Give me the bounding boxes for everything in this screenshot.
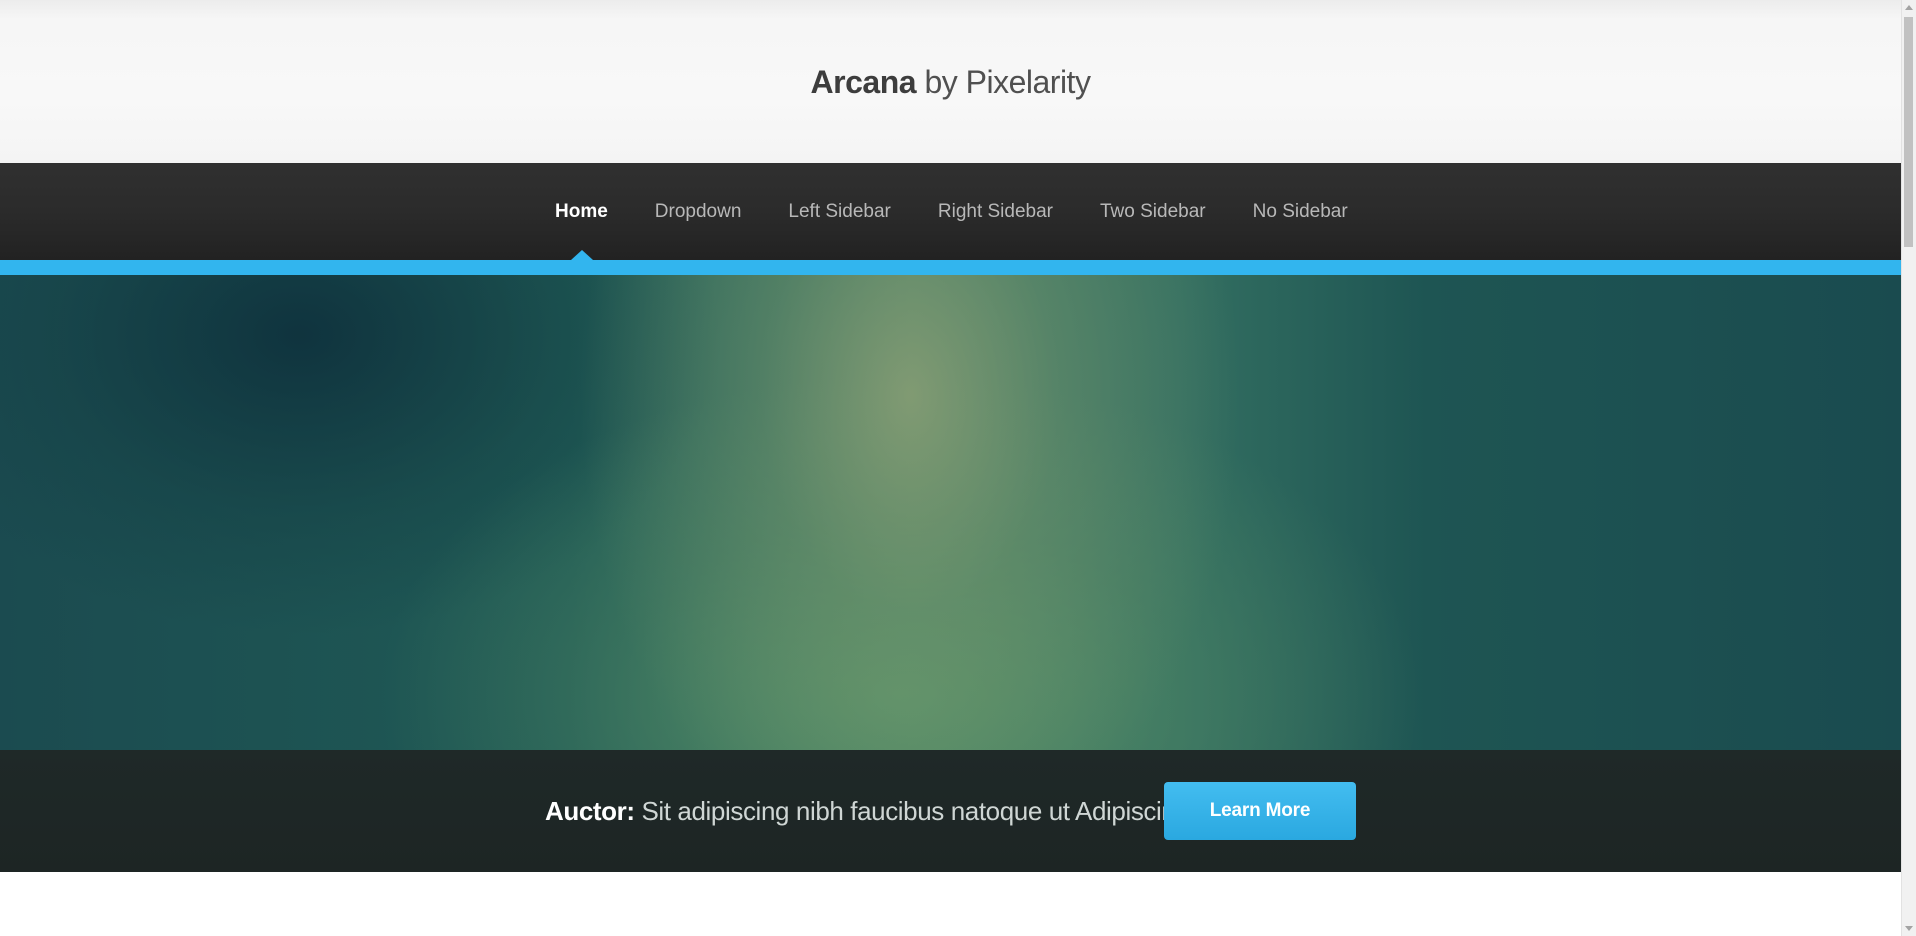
site-header: Arcana by Pixelarity: [0, 0, 1901, 163]
site-brand[interactable]: Arcana: [811, 64, 917, 100]
site-title[interactable]: Arcana by Pixelarity: [0, 62, 1901, 102]
hero-banner: [0, 275, 1901, 750]
page: Arcana by Pixelarity Home Dropdown Left …: [0, 0, 1901, 936]
cta-bar: Auctor: Sit adipiscing nibh faucibus nat…: [0, 750, 1901, 872]
active-nav-caret: [571, 250, 593, 260]
nav-item-two-sidebar[interactable]: Two Sidebar: [1100, 199, 1206, 225]
browser-viewport: Arcana by Pixelarity Home Dropdown Left …: [0, 0, 1916, 936]
nav-item-left-sidebar[interactable]: Left Sidebar: [788, 199, 890, 225]
learn-more-button[interactable]: Learn More: [1164, 782, 1356, 840]
cta-message: Sit adipiscing nibh faucibus natoque ut …: [634, 796, 1190, 826]
nav-item-home[interactable]: Home: [555, 199, 608, 225]
cta-label: Auctor:: [545, 796, 635, 826]
main-nav: Home Dropdown Left Sidebar Right Sidebar…: [0, 163, 1901, 260]
cta-text: Auctor: Sit adipiscing nibh faucibus nat…: [545, 793, 1190, 829]
nav-list: Home Dropdown Left Sidebar Right Sidebar…: [555, 163, 1395, 260]
site-tagline: by Pixelarity: [916, 64, 1091, 100]
scroll-thumb[interactable]: [1904, 17, 1913, 247]
scroll-down-arrow-icon[interactable]: [1905, 926, 1913, 931]
scroll-up-arrow-icon[interactable]: [1905, 5, 1913, 10]
nav-item-right-sidebar[interactable]: Right Sidebar: [938, 199, 1053, 225]
nav-accent-bar: [0, 260, 1901, 275]
vertical-scrollbar[interactable]: [1901, 0, 1916, 936]
nav-item-dropdown[interactable]: Dropdown: [655, 199, 742, 225]
nav-item-no-sidebar[interactable]: No Sidebar: [1253, 199, 1348, 225]
